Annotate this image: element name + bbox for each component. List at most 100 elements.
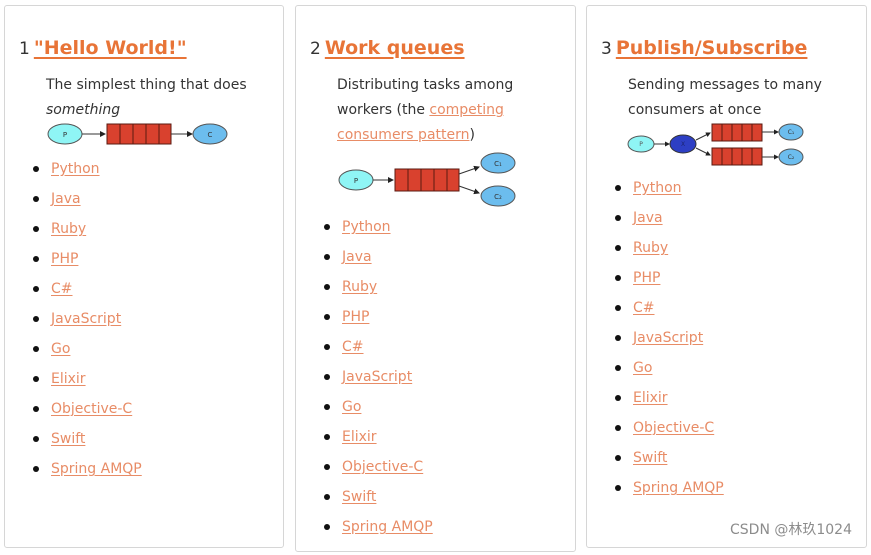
bullet-icon: [324, 404, 330, 410]
producer-label: P: [639, 141, 643, 148]
bullet-icon: [33, 196, 39, 202]
language-link[interactable]: Java: [342, 247, 372, 267]
consumer-label: C₂: [788, 154, 795, 161]
bullet-icon: [324, 284, 330, 290]
tutorial-title-link[interactable]: "Hello World!": [34, 37, 187, 59]
language-link[interactable]: Elixir: [633, 388, 668, 408]
language-link[interactable]: Python: [633, 178, 682, 198]
description-text: Sending messages to many consumers at on…: [628, 77, 822, 118]
bullet-icon: [33, 226, 39, 232]
bullet-icon: [615, 305, 621, 311]
language-link[interactable]: JavaScript: [342, 367, 412, 387]
arrow: [458, 185, 480, 195]
bullet-icon: [33, 436, 39, 442]
language-link[interactable]: Python: [342, 217, 391, 237]
tutorial-title: 2 Work queues: [310, 37, 465, 59]
queue-icon: [711, 123, 763, 142]
tutorial-number: 2: [310, 39, 321, 59]
bullet-icon: [615, 425, 621, 431]
language-link[interactable]: Go: [633, 358, 652, 378]
arrow: [458, 165, 480, 175]
tutorial-title-link[interactable]: Work queues: [325, 37, 465, 59]
bullet-icon: [324, 524, 330, 530]
tutorial-title-link[interactable]: Publish/Subscribe: [616, 37, 808, 59]
queue-icon: [711, 147, 763, 166]
tutorial-card-hello-world: 1 "Hello World!" The simplest thing that …: [4, 5, 284, 548]
bullet-icon: [615, 335, 621, 341]
bullet-icon: [33, 466, 39, 472]
description-emphasis: something: [46, 102, 121, 118]
bullet-icon: [324, 344, 330, 350]
language-link[interactable]: C#: [342, 337, 364, 357]
language-link[interactable]: Objective-C: [342, 457, 423, 477]
bullet-icon: [324, 224, 330, 230]
bullet-icon: [615, 485, 621, 491]
language-link[interactable]: Go: [51, 339, 70, 359]
description-text: The simplest thing that does: [46, 77, 247, 93]
publish-subscribe-diagram: P X C₁ C₂: [627, 123, 804, 166]
language-link[interactable]: C#: [633, 298, 655, 318]
bullet-icon: [324, 434, 330, 440]
bullet-icon: [33, 256, 39, 262]
watermark: CSDN @林玖1024: [730, 522, 852, 538]
bullet-icon: [324, 314, 330, 320]
bullet-icon: [615, 455, 621, 461]
language-link[interactable]: Objective-C: [633, 418, 714, 438]
language-link[interactable]: PHP: [51, 249, 78, 269]
bullet-icon: [33, 376, 39, 382]
language-link[interactable]: Ruby: [51, 219, 86, 239]
language-link[interactable]: Java: [633, 208, 663, 228]
language-link[interactable]: Spring AMQP: [633, 478, 724, 498]
language-link[interactable]: PHP: [342, 307, 369, 327]
language-link[interactable]: Go: [342, 397, 361, 417]
bullet-icon: [33, 166, 39, 172]
tutorial-description: The simplest thing that does something: [46, 73, 266, 123]
producer-label: P: [354, 177, 358, 185]
work-queues-diagram: P C₁ C₂: [338, 152, 516, 207]
tutorial-number: 3: [601, 39, 612, 59]
language-link[interactable]: Objective-C: [51, 399, 132, 419]
bullet-icon: [615, 245, 621, 251]
bullet-icon: [324, 254, 330, 260]
language-link[interactable]: PHP: [633, 268, 660, 288]
tutorial-card-publish-subscribe: 3 Publish/Subscribe Sending messages to m…: [586, 5, 867, 548]
language-link[interactable]: Swift: [633, 448, 667, 468]
language-link[interactable]: JavaScript: [51, 309, 121, 329]
language-link[interactable]: Elixir: [51, 369, 86, 389]
language-link[interactable]: Spring AMQP: [51, 459, 142, 479]
bullet-icon: [324, 494, 330, 500]
arrow: [695, 147, 711, 156]
queue-icon: [394, 168, 460, 192]
tutorial-description: Distributing tasks among workers (the co…: [337, 73, 537, 148]
language-link[interactable]: Ruby: [342, 277, 377, 297]
bullet-icon: [615, 395, 621, 401]
language-link[interactable]: Swift: [51, 429, 85, 449]
bullet-icon: [324, 374, 330, 380]
tutorial-title: 3 Publish/Subscribe: [601, 37, 807, 59]
language-link[interactable]: JavaScript: [633, 328, 703, 348]
description-suffix: ): [469, 127, 475, 143]
bullet-icon: [615, 275, 621, 281]
bullet-icon: [33, 316, 39, 322]
language-link[interactable]: Ruby: [633, 238, 668, 258]
language-link[interactable]: Elixir: [342, 427, 377, 447]
language-link[interactable]: Java: [51, 189, 81, 209]
queue-icon: [106, 123, 172, 145]
bullet-icon: [615, 185, 621, 191]
bullet-icon: [33, 406, 39, 412]
tutorial-card-work-queues: 2 Work queues Distributing tasks among wo…: [295, 5, 576, 552]
language-link[interactable]: Swift: [342, 487, 376, 507]
hello-world-diagram: P C: [47, 123, 228, 145]
bullet-icon: [324, 464, 330, 470]
tutorial-title: 1 "Hello World!": [19, 37, 187, 59]
consumer-label: C₁: [494, 160, 502, 168]
arrow: [695, 132, 711, 141]
bullet-icon: [615, 215, 621, 221]
consumer-label: C₁: [788, 129, 795, 136]
language-link[interactable]: Python: [51, 159, 100, 179]
consumer-label: C: [208, 131, 213, 139]
tutorial-number: 1: [19, 39, 30, 59]
language-link[interactable]: C#: [51, 279, 73, 299]
language-link[interactable]: Spring AMQP: [342, 517, 433, 537]
exchange-label: X: [681, 141, 685, 148]
